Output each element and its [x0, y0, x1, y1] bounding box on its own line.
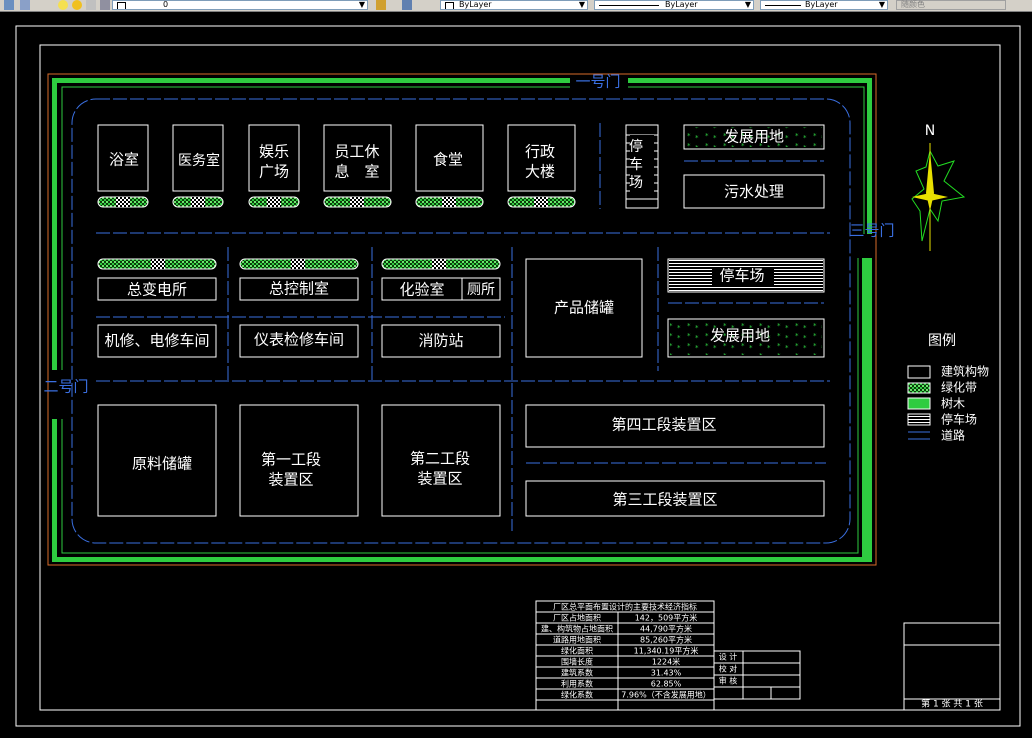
- parking-v-label-1: 停: [629, 138, 643, 155]
- lab-label: 化验室: [399, 281, 444, 299]
- lineweight-preview: [765, 5, 801, 6]
- layer-dropdown[interactable]: 0 ▼: [112, 0, 368, 10]
- make-current-layer-icon[interactable]: [376, 0, 386, 10]
- drawing-canvas[interactable]: * *: [0, 11, 1032, 738]
- parking-v-label-3: 场: [629, 175, 643, 191]
- color-dropdown-value: ByLayer: [459, 0, 492, 9]
- substation-label: 总变电所: [127, 281, 187, 299]
- linetype-dropdown-value: ByLayer: [665, 0, 698, 9]
- legend-label-greenbelt: 绿化带: [941, 380, 977, 395]
- title-design: 设 计: [719, 652, 738, 662]
- greenbelt-row-mid: [97, 258, 501, 270]
- staff-rest-label-1: 员工休: [334, 143, 379, 161]
- admin-label-2: 大楼: [525, 163, 555, 181]
- econ-row-key: 道路用地面积: [553, 635, 601, 645]
- linetype-dropdown[interactable]: ByLayer ▼: [594, 0, 754, 10]
- canteen-label: 食堂: [433, 151, 463, 169]
- section2-label-2: 装置区: [417, 470, 462, 488]
- legend: 图例 建筑构物 绿化带 树木 停车场 道路: [907, 333, 989, 443]
- legend-greenbelt-swatch: [907, 382, 931, 394]
- econ-row-value: 44,790平方米: [640, 624, 692, 634]
- layer-color-swatch: [117, 2, 126, 9]
- plotstyle-dropdown[interactable]: 随颜色: [896, 0, 1006, 10]
- control-room-label: 总控制室: [269, 280, 329, 298]
- econ-row-value: 142，509平方米: [635, 613, 698, 623]
- fire-station-label: 消防站: [418, 332, 463, 350]
- parking-h-label: 停车场: [719, 267, 764, 285]
- layer-manager-icon[interactable]: [4, 0, 14, 10]
- title-check: 校 对: [719, 664, 738, 674]
- plaza-label-1: 娱乐: [259, 143, 289, 161]
- section4-label: 第四工段装置区: [611, 416, 716, 434]
- legend-trees-swatch: [907, 397, 931, 410]
- layer-previous-icon[interactable]: [402, 0, 412, 10]
- legend-label-road: 道路: [941, 428, 965, 443]
- raw-tank-label: 原料储罐: [132, 455, 192, 473]
- econ-row-value: 62.85%: [651, 680, 682, 689]
- gate-2-label: 二号门: [43, 378, 88, 396]
- legend-parking-swatch: [907, 413, 931, 426]
- title-review: 审 核: [719, 676, 738, 686]
- staff-rest-label-2: 息 室: [334, 163, 379, 181]
- legend-label-parking: 停车场: [941, 412, 977, 427]
- greenbelt-row-top: [97, 196, 576, 208]
- section1-label-1: 第一工段: [261, 451, 321, 469]
- econ-row-value: 11,340.19平方米: [634, 646, 699, 656]
- color-dropdown[interactable]: ByLayer ▼: [440, 0, 588, 10]
- wind-rose-icon: N: [911, 123, 966, 251]
- product-tank-label: 产品储罐: [554, 299, 614, 317]
- drawing-border: [39, 44, 1001, 711]
- parking-v-label-2: 车: [629, 156, 643, 173]
- section2-label-1: 第二工段: [410, 450, 470, 468]
- plaza-label-2: 广场: [259, 163, 289, 181]
- sun-icon[interactable]: [72, 0, 82, 10]
- bulb-on-icon[interactable]: [58, 0, 68, 10]
- sewage-label: 污水处理: [724, 183, 784, 201]
- lineweight-dropdown[interactable]: ByLayer ▼: [760, 0, 888, 10]
- econ-row-key: 围墙长度: [561, 657, 593, 667]
- layer-state-icon[interactable]: [20, 0, 30, 10]
- econ-row-value: 31.43%: [651, 669, 682, 678]
- dev-land-top-label: 发展用地: [724, 128, 784, 146]
- econ-row-key: 绿化面积: [561, 646, 593, 656]
- clinic-label: 医务室: [178, 152, 220, 169]
- chevron-down-icon: ▼: [744, 0, 751, 9]
- plot-icon[interactable]: [100, 0, 110, 10]
- title-block: [713, 622, 1001, 711]
- legend-label-building: 建筑构物: [941, 364, 989, 379]
- econ-row-key: 绿化系数: [561, 690, 593, 700]
- admin-label-1: 行政: [525, 143, 555, 161]
- north-label: N: [925, 123, 935, 139]
- econ-row-key: 厂区占地面积: [553, 613, 601, 623]
- section1-label-2: 装置区: [268, 471, 313, 489]
- legend-building-swatch: [907, 365, 931, 379]
- gate-1-label: 一号门: [575, 73, 620, 91]
- dev-land-mid-label: 发展用地: [710, 327, 770, 345]
- econ-row-key: 建筑系数: [561, 668, 593, 678]
- toilet-label: 厕所: [467, 282, 495, 298]
- econ-row-value: 85,260平方米: [640, 635, 692, 645]
- linetype-preview: [599, 5, 659, 6]
- econ-row-value: 1224米: [652, 657, 680, 667]
- color-swatch: [445, 2, 454, 9]
- instrument-shop-label: 仪表检修车间: [254, 331, 344, 349]
- lock-icon[interactable]: [86, 0, 96, 10]
- plotstyle-dropdown-value: 随颜色: [901, 0, 925, 9]
- econ-table-title: 厂区总平面布置设计的主要技术经济指标: [553, 602, 697, 612]
- legend-title: 图例: [928, 333, 956, 349]
- econ-row-key: 建、构筑物占地面积: [541, 624, 613, 634]
- chevron-down-icon: ▼: [878, 0, 885, 9]
- legend-label-trees: 树木: [941, 396, 965, 411]
- econ-row-value: 7.96%（不含发展用地）: [621, 690, 710, 700]
- layer-dropdown-value: 0: [163, 0, 169, 9]
- bath-label: 浴室: [109, 151, 139, 169]
- sheet-count: 第 1 张 共 1 张: [921, 698, 983, 710]
- lineweight-dropdown-value: ByLayer: [805, 0, 838, 9]
- econ-row-key: 利用系数: [561, 679, 593, 689]
- chevron-down-icon: ▼: [578, 0, 585, 9]
- section3-label: 第三工段装置区: [612, 491, 717, 509]
- gate-3-label: 三号门: [849, 222, 894, 240]
- chevron-down-icon: ▼: [358, 0, 365, 9]
- repair-shop-label: 机修、电修车间: [104, 332, 209, 350]
